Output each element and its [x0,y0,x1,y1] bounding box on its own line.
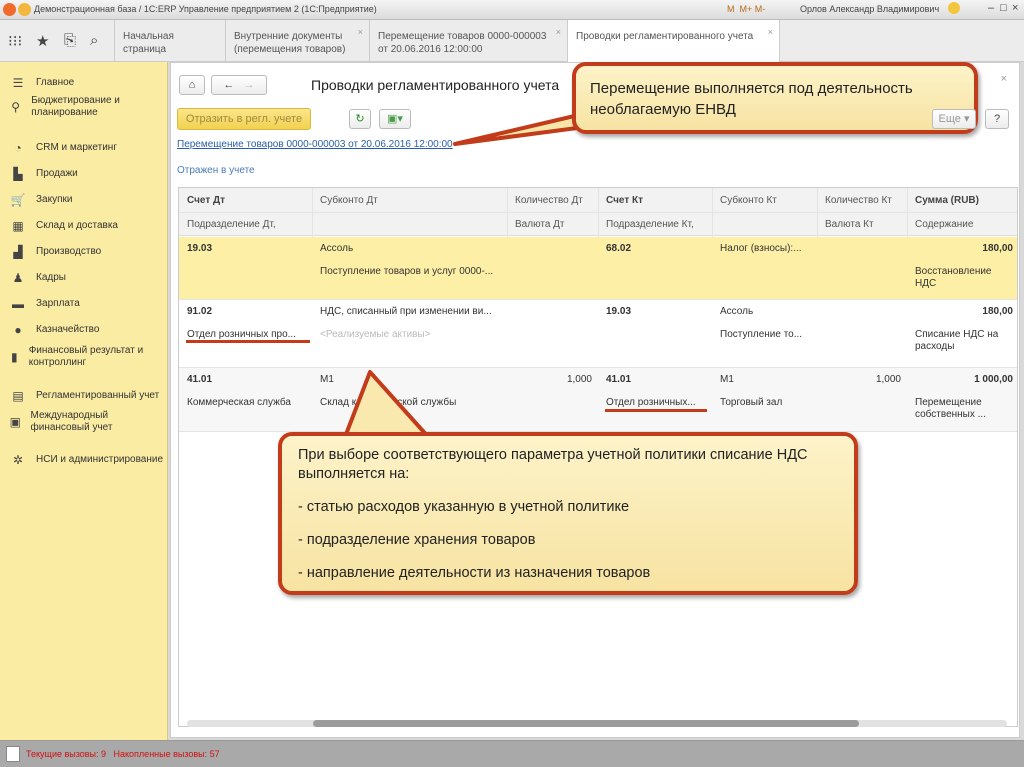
callout-item: - статью расходов указанную в учетной по… [298,499,630,515]
callout-heading: При выборе соответствующего параметра уч… [298,447,808,482]
more-button[interactable]: Еще ▾ [932,109,976,129]
help-button[interactable]: ? [985,109,1009,129]
callout-item: - направление деятельности из назначения… [298,565,651,581]
callout-item: - подразделение хранения товаров [298,532,536,548]
callout-envd: Перемещение выполняется под деятельность… [572,62,978,134]
status-bar: Текущие вызовы: 9 Накопленные вызовы: 57 [0,740,1024,767]
callout-vat-policy: При выборе соответствующего параметра уч… [278,432,858,595]
server-calls-text: Текущие вызовы: 9 Накопленные вызовы: 57 [26,749,220,759]
server-calls-icon [6,746,20,762]
